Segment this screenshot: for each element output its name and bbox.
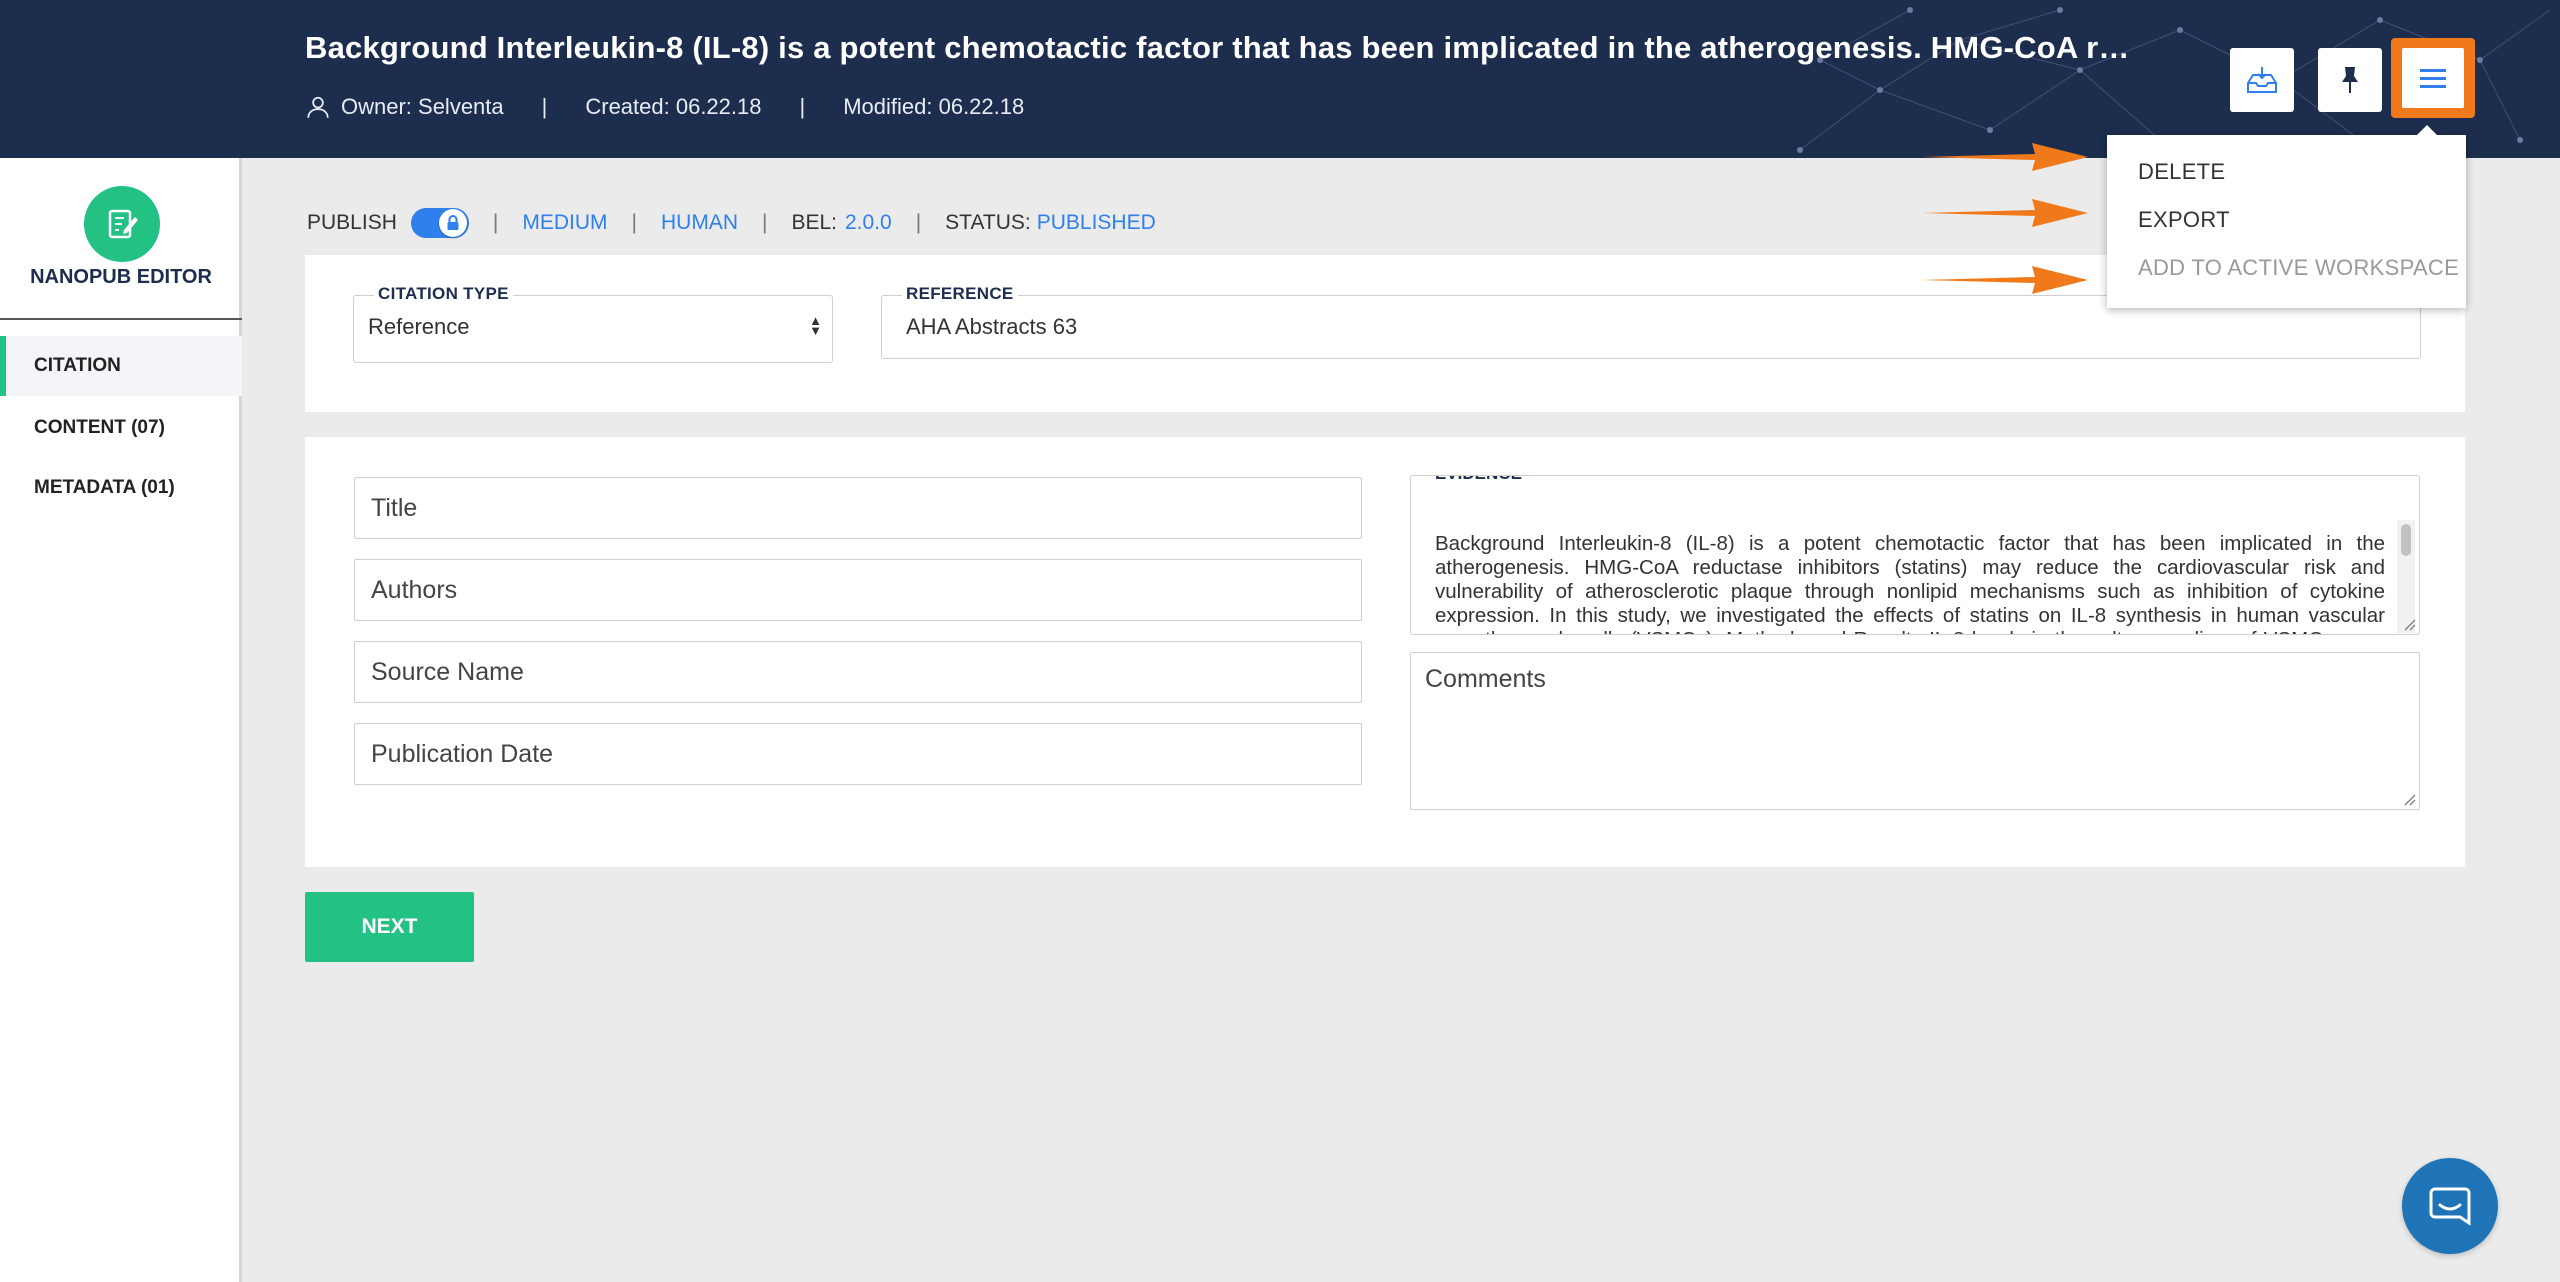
citation-type-select[interactable]: CITATION TYPE Reference ▲ ▼ [353,284,833,363]
sidebar-item-label: CONTENT (07) [34,417,165,438]
separator: | [761,211,768,234]
citation-type-label: CITATION TYPE [374,284,513,304]
bel-label: BEL: [791,211,837,234]
comments-placeholder: Comments [1425,665,1546,693]
tray-icon [2247,67,2277,93]
app-name: NANOPUB EDITOR [30,266,212,288]
modified-date: Modified: 06.22.18 [843,94,1025,119]
header-meta: Owner: Selventa | Created: 06.22.18 | Mo… [305,94,1024,120]
save-to-tray-button[interactable] [2230,48,2294,112]
menu-button[interactable] [2391,38,2475,118]
nanopub-editor-logo [84,186,160,262]
menu-icon [2420,69,2446,88]
human-link[interactable]: HUMAN [661,211,738,235]
comments-textarea[interactable]: Comments [1410,652,2420,810]
menu-item-delete[interactable]: DELETE [2138,159,2225,185]
actions-dropdown-menu: DELETE EXPORT ADD TO ACTIVE WORKSPACE [2107,125,2466,308]
user-icon [307,96,329,118]
separator: | [541,94,548,119]
separator: | [492,211,499,234]
chat-icon [2429,1187,2471,1226]
status-value-link[interactable]: PUBLISHED [1037,211,1156,235]
created-date: Created: 06.22.18 [585,94,762,119]
edit-document-icon [108,209,138,239]
annotation-arrow-add-workspace [1922,266,2088,294]
title-placeholder: Title [371,493,418,522]
publication-date-input[interactable]: Publication Date [354,723,1362,785]
evidence-label: EVIDENCE [1431,476,1526,484]
dropdown-caret [2417,125,2437,135]
bel-version-link[interactable]: 2.0.0 [845,211,892,235]
evidence-text: Background Interleukin-8 (IL-8) is a pot… [1435,532,2385,634]
pin-button[interactable] [2318,48,2382,112]
separator: | [799,94,806,119]
sidebar-item-metadata[interactable]: METADATA (01) [0,458,242,518]
owner-text: Owner: Selventa [341,94,504,119]
nanopub-status-bar: PUBLISH | MEDIUM | HUMAN | BEL: 2.0.0 | … [307,208,1156,238]
status-label: STATUS: [945,211,1031,234]
resize-grip-icon[interactable] [2402,617,2416,631]
reference-label: REFERENCE [902,284,1018,304]
page-title: Background Interleukin-8 (IL-8) is a pot… [305,30,2135,65]
annotation-arrow-delete [1922,143,2088,171]
scrollbar-thumb[interactable] [2401,524,2411,556]
source-name-placeholder: Source Name [371,657,524,686]
authors-placeholder: Authors [371,575,458,604]
reference-value: AHA Abstracts 63 [906,314,1078,339]
sidebar-item-label: METADATA (01) [34,477,175,498]
toggle-knob [438,209,467,237]
sidebar-item-content[interactable]: CONTENT (07) [0,398,242,458]
sidebar: NANOPUB EDITOR CITATION CONTENT (07) MET… [0,158,242,1282]
citation-type-value: Reference [368,314,470,339]
resize-grip-icon[interactable] [2402,792,2416,806]
title-input[interactable]: Title [354,477,1362,539]
medium-link[interactable]: MEDIUM [522,211,607,235]
citation-details-card: Title Authors Source Name Publication Da… [305,437,2465,867]
evidence-textarea[interactable]: EVIDENCE Background Interleukin-8 (IL-8)… [1410,475,2420,635]
source-name-input[interactable]: Source Name [354,641,1362,703]
publication-date-placeholder: Publication Date [371,739,554,768]
separator: | [631,211,637,234]
next-button[interactable]: NEXT [305,892,474,962]
authors-input[interactable]: Authors [354,559,1362,621]
sidebar-item-label: CITATION [34,355,121,376]
separator: | [915,211,922,234]
menu-item-add-to-active-workspace[interactable]: ADD TO ACTIVE WORKSPACE [2138,255,2459,281]
annotation-arrow-export [1922,199,2088,227]
sidebar-item-citation[interactable]: CITATION [0,336,242,396]
lock-icon [447,215,459,230]
publish-toggle[interactable] [410,208,469,238]
menu-button-inner[interactable] [2402,48,2464,108]
select-arrows-icon: ▲ ▼ [809,313,822,338]
publish-label: PUBLISH [307,211,397,234]
chat-support-button[interactable] [2402,1158,2498,1254]
pin-icon [2342,67,2358,93]
sidebar-divider [0,318,242,320]
menu-item-export[interactable]: EXPORT [2138,207,2230,233]
